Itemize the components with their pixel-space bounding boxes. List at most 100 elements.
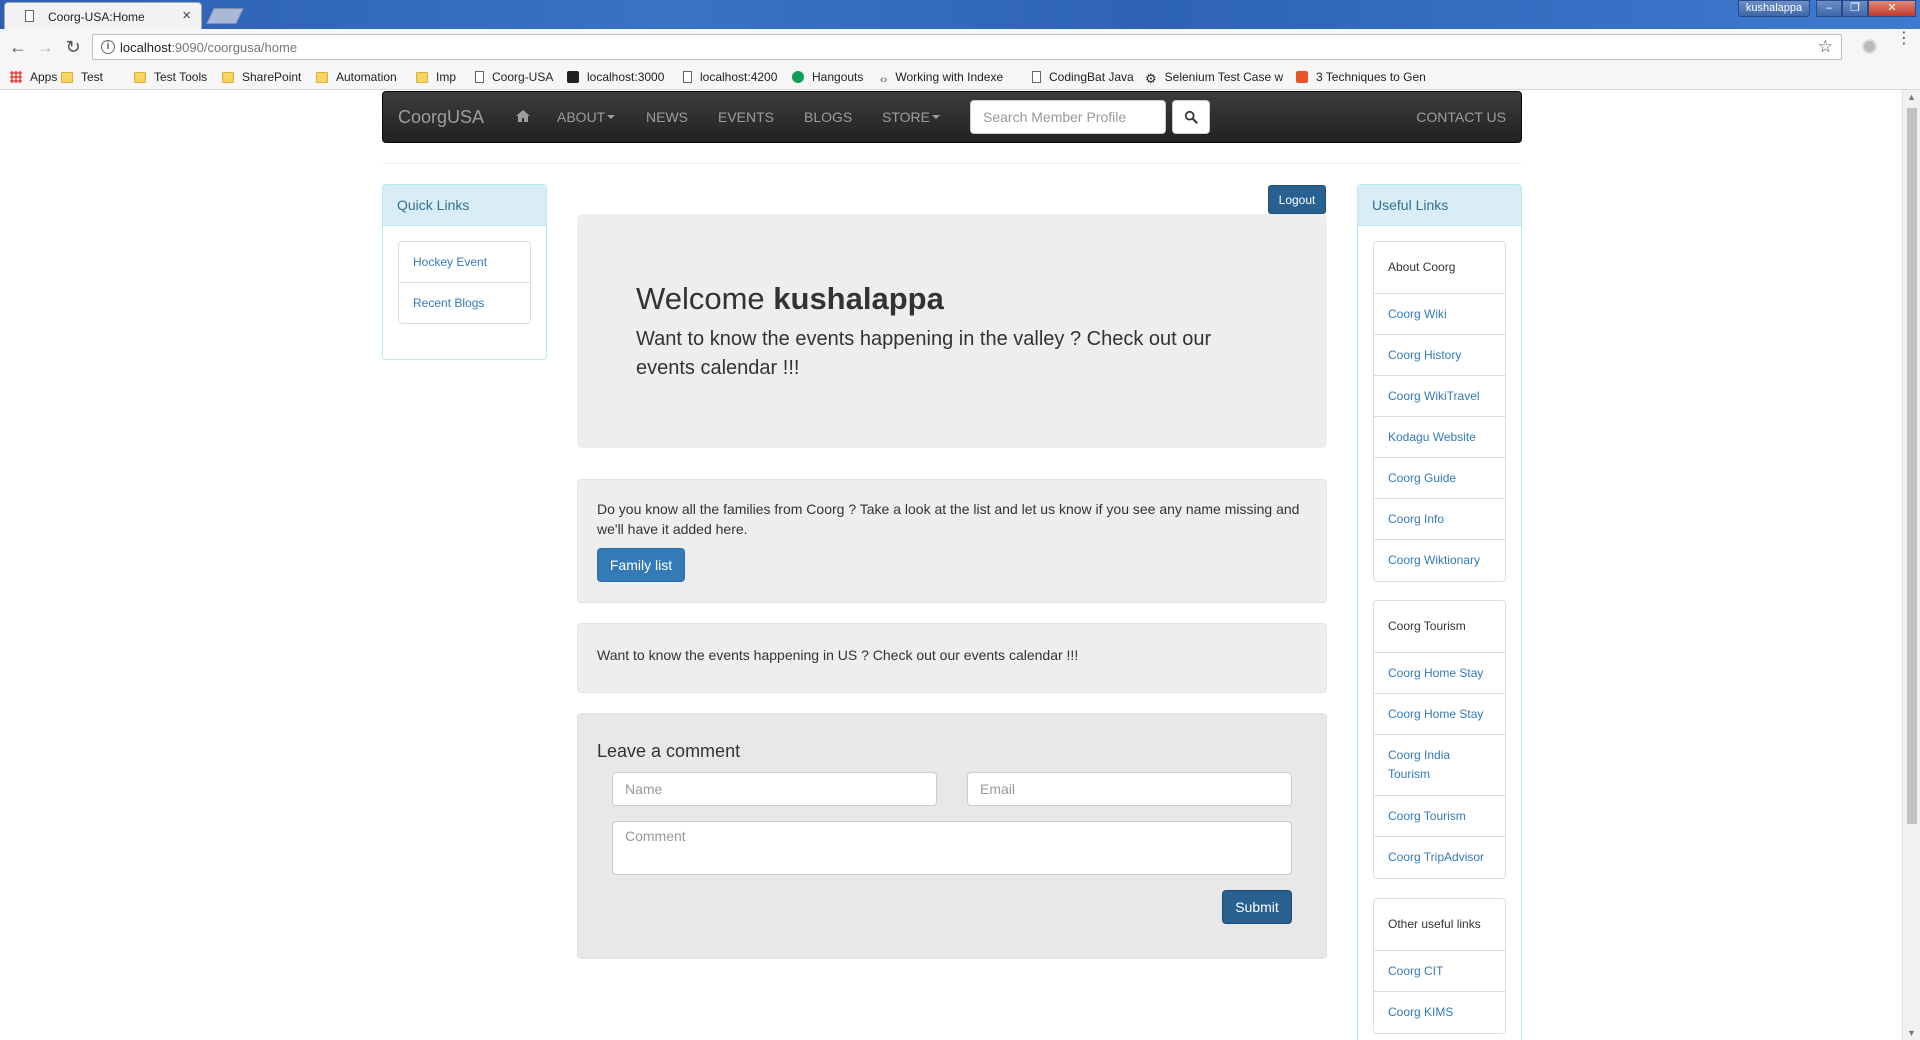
- bookmark-label: Test: [81, 70, 104, 84]
- url-host: localhost: [120, 40, 172, 55]
- families-well: Do you know all the families from Coorg …: [577, 479, 1327, 603]
- tab-close-icon[interactable]: ×: [182, 7, 191, 24]
- scrollbar-thumb[interactable]: [1907, 108, 1917, 824]
- useful-link[interactable]: Coorg Info: [1374, 499, 1505, 540]
- welcome-username: kushalappa: [773, 281, 944, 316]
- comment-textarea[interactable]: [612, 821, 1292, 875]
- nav-events[interactable]: EVENTS: [718, 109, 774, 125]
- submit-button[interactable]: Submit: [1222, 890, 1292, 924]
- nav-blogs[interactable]: BLOGS: [804, 109, 852, 125]
- nav-news[interactable]: NEWS: [646, 109, 688, 125]
- bookmark-localhost-4200[interactable]: localhost:4200: [683, 68, 777, 87]
- bookmark-label: localhost:4200: [700, 70, 778, 84]
- useful-link[interactable]: Coorg Home Stay: [1374, 653, 1505, 694]
- bookmark-3-techniques[interactable]: 3 Techniques to Gen: [1296, 68, 1436, 87]
- email-field[interactable]: [967, 772, 1292, 806]
- apps-icon: [10, 71, 22, 83]
- bookmark-automation[interactable]: Automation: [316, 68, 397, 87]
- minimize-button[interactable]: ‒: [1816, 0, 1842, 17]
- bookmark-coorg-usa[interactable]: Coorg-USA: [475, 68, 553, 87]
- bookmark-hangouts[interactable]: Hangouts: [792, 68, 863, 87]
- bookmark-selenium[interactable]: ⚙ Selenium Test Case w: [1145, 68, 1285, 87]
- group-title: Coorg Tourism: [1374, 601, 1505, 653]
- useful-links-group-about: About Coorg Coorg Wiki Coorg History Coo…: [1373, 241, 1506, 582]
- bookmark-apps[interactable]: Apps: [10, 68, 57, 87]
- profile-button[interactable]: kushalappa: [1738, 0, 1810, 17]
- brand-link[interactable]: CoorgUSA: [398, 107, 484, 128]
- scroll-up-icon[interactable]: ▲: [1907, 92, 1916, 102]
- browser-toolbar: ← → ↻ i localhost:9090/coorgusa/home ☆ ⋮: [0, 29, 1920, 65]
- browser-tab-active[interactable]: Coorg-USA:Home ×: [4, 2, 202, 29]
- folder-icon: [416, 72, 428, 83]
- quick-link-recent-blogs[interactable]: Recent Blogs: [399, 283, 530, 323]
- families-text: Do you know all the families from Coorg …: [597, 501, 1300, 537]
- bookmark-test-tools[interactable]: Test Tools: [134, 68, 207, 87]
- bookmarks-bar: Apps Test Test Tools SharePoint Automati…: [0, 65, 1920, 90]
- close-window-button[interactable]: ✕: [1868, 0, 1916, 17]
- bookmark-sharepoint[interactable]: SharePoint: [222, 68, 301, 87]
- nav-contact-us[interactable]: CONTACT US: [1416, 109, 1506, 125]
- browser-menu-icon[interactable]: ⋮: [1896, 31, 1912, 47]
- bookmark-working-with-indexes[interactable]: ‹› Working with Indexe: [880, 68, 1016, 87]
- useful-link[interactable]: Coorg WikiTravel: [1374, 376, 1505, 417]
- useful-link[interactable]: Coorg History: [1374, 335, 1505, 376]
- back-icon[interactable]: ←: [7, 36, 29, 58]
- useful-link[interactable]: Coorg Home Stay: [1374, 694, 1505, 735]
- us-events-text: Want to know the events happening in US …: [597, 647, 1079, 663]
- bookmark-label: Automation: [336, 70, 397, 84]
- nav-about-label: ABOUT: [557, 109, 606, 125]
- window-titlebar: Coorg-USA:Home × kushalappa ‒ ❐ ✕: [0, 0, 1920, 29]
- bookmark-label: Coorg-USA: [492, 70, 554, 84]
- bookmark-test[interactable]: Test: [61, 68, 103, 87]
- welcome-jumbotron: Welcome kushalappa Want to know the even…: [577, 214, 1327, 448]
- bookmark-label: localhost:3000: [587, 70, 665, 84]
- bookmark-label: Imp: [436, 70, 457, 84]
- home-icon[interactable]: [515, 108, 531, 124]
- useful-link[interactable]: Kodagu Website: [1374, 417, 1505, 458]
- useful-link[interactable]: Coorg KIMS: [1374, 992, 1505, 1033]
- nav-store[interactable]: STORE: [882, 109, 940, 125]
- name-field[interactable]: [612, 772, 937, 806]
- info-icon[interactable]: i: [101, 40, 115, 54]
- nav-store-label: STORE: [882, 109, 930, 125]
- quick-link-hockey-event[interactable]: Hockey Event: [399, 242, 530, 283]
- bookmark-localhost-3000[interactable]: localhost:3000: [567, 68, 664, 87]
- bookmark-label: CodingBat Java: [1049, 70, 1134, 84]
- useful-link[interactable]: Coorg Tourism: [1374, 796, 1505, 837]
- quick-links-list: Hockey Event Recent Blogs: [398, 241, 531, 324]
- useful-link[interactable]: Coorg India Tourism: [1374, 735, 1505, 796]
- bookmark-star-icon[interactable]: ☆: [1818, 37, 1833, 57]
- reload-icon[interactable]: ↻: [62, 36, 84, 58]
- useful-link[interactable]: Coorg TripAdvisor: [1374, 837, 1505, 878]
- logout-button[interactable]: Logout: [1268, 185, 1326, 214]
- forward-icon[interactable]: →: [34, 36, 56, 58]
- bookmark-imp[interactable]: Imp: [416, 68, 456, 87]
- page-scrollbar[interactable]: ▲ ▼: [1902, 90, 1920, 1040]
- useful-link[interactable]: Coorg Guide: [1374, 458, 1505, 499]
- quick-links-heading: Quick Links: [383, 185, 546, 226]
- useful-link[interactable]: Coorg Wiktionary: [1374, 540, 1505, 581]
- bookmark-codingbat[interactable]: CodingBat Java: [1032, 68, 1134, 87]
- search-button[interactable]: [1172, 100, 1210, 134]
- bookmark-label: 3 Techniques to Gen: [1316, 70, 1426, 84]
- family-list-button[interactable]: Family list: [597, 548, 685, 582]
- extension-icon[interactable]: [1862, 39, 1877, 54]
- scroll-down-icon[interactable]: ▼: [1907, 1028, 1916, 1038]
- nav-about[interactable]: ABOUT: [557, 109, 616, 125]
- maximize-button[interactable]: ❐: [1842, 0, 1868, 17]
- bookmark-label: SharePoint: [242, 70, 302, 84]
- quick-links-panel: Quick Links Hockey Event Recent Blogs: [382, 184, 547, 360]
- group-title: Other useful links: [1374, 899, 1505, 951]
- us-events-well: Want to know the events happening in US …: [577, 623, 1327, 693]
- comment-form: Leave a comment Submit: [577, 713, 1327, 959]
- useful-link[interactable]: Coorg Wiki: [1374, 294, 1505, 335]
- page-icon: [25, 10, 34, 22]
- useful-link[interactable]: Coorg CIT: [1374, 951, 1505, 992]
- document-icon: [1032, 71, 1041, 83]
- member-search-input[interactable]: [970, 100, 1166, 134]
- url-path: :9090/coorgusa/home: [171, 40, 298, 55]
- new-tab-button[interactable]: [206, 8, 244, 24]
- useful-links-group-other: Other useful links Coorg CIT Coorg KIMS: [1373, 898, 1506, 1034]
- address-bar[interactable]: i localhost:9090/coorgusa/home ☆: [92, 34, 1842, 60]
- bookmark-label: Apps: [30, 70, 58, 84]
